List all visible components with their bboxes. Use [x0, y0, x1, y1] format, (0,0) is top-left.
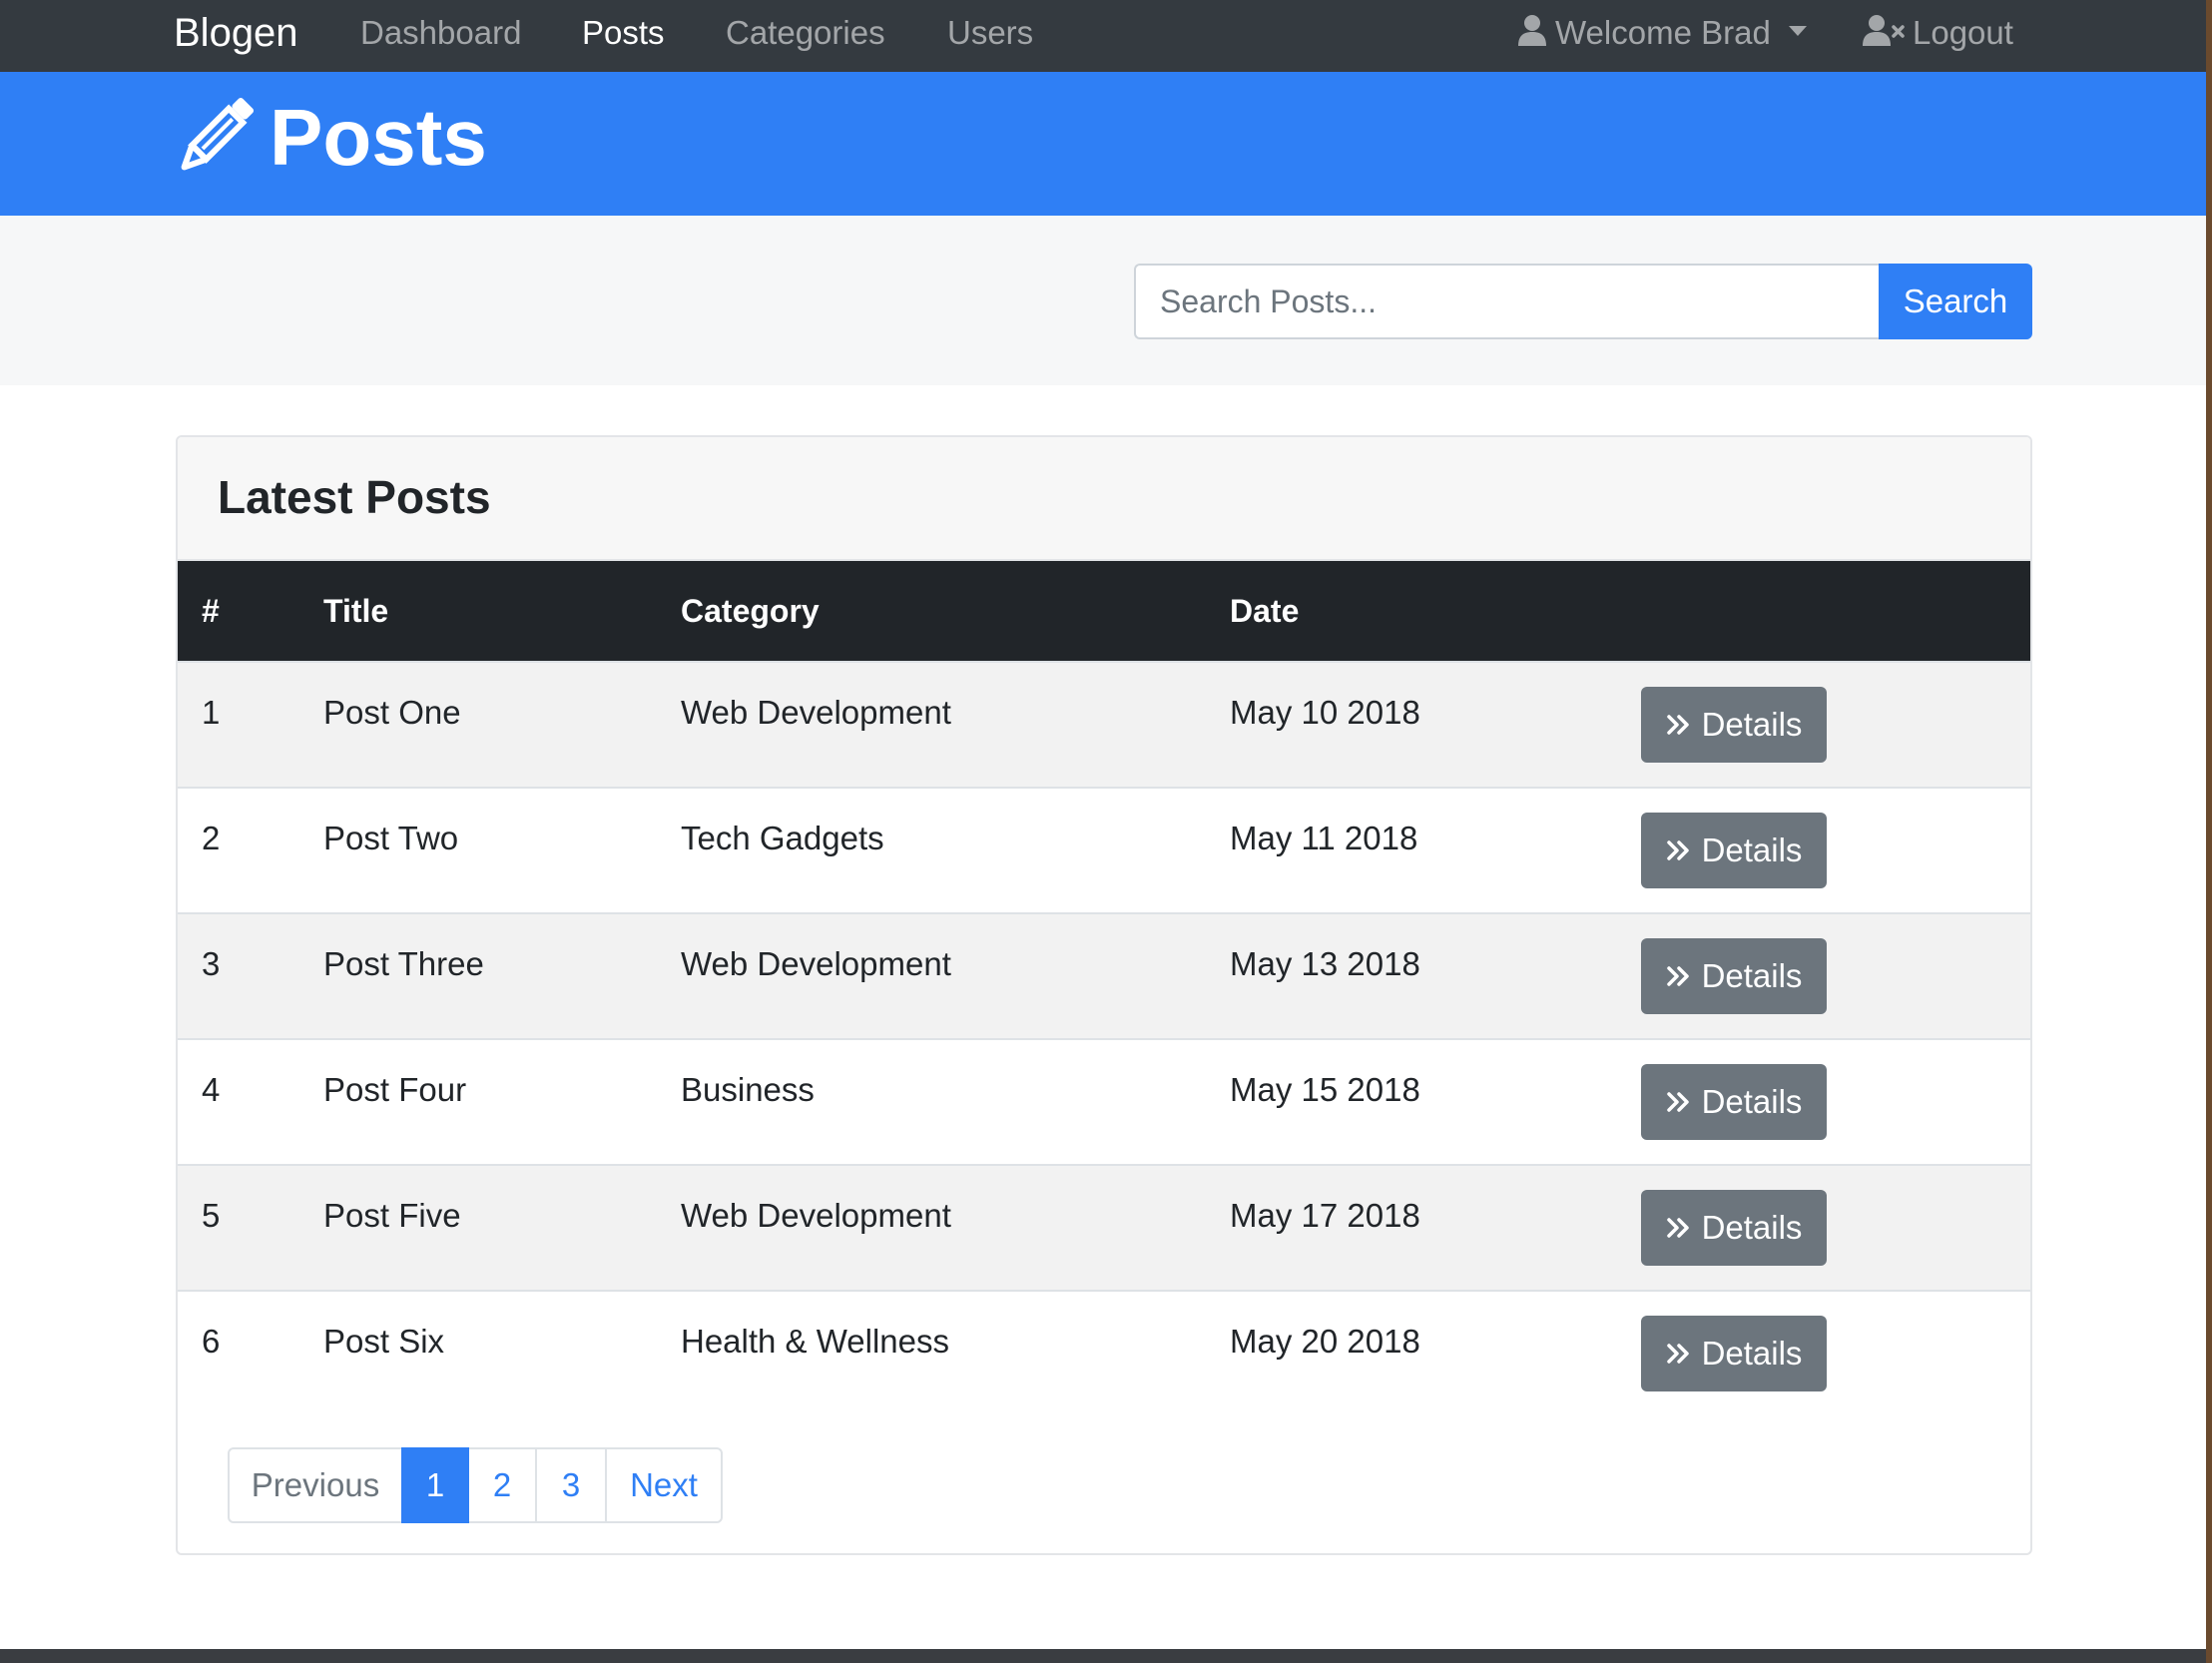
- card-title: Latest Posts: [218, 471, 491, 523]
- angle-double-right-icon: [1666, 1343, 1692, 1365]
- cell-category: Web Development: [681, 1197, 951, 1234]
- user-icon: [1517, 2, 1547, 68]
- cell-number: 4: [202, 1071, 221, 1108]
- pencil-icon: [174, 96, 256, 183]
- nav-link-categories[interactable]: Categories: [726, 0, 885, 72]
- cell-title: Post Five: [323, 1197, 461, 1234]
- column-header-category: Category: [681, 593, 820, 629]
- column-header-number: #: [202, 593, 220, 629]
- cell-title: Post One: [323, 694, 461, 731]
- user-menu-label: Welcome Brad: [1555, 14, 1771, 51]
- cell-category: Tech Gadgets: [681, 820, 884, 856]
- latest-posts-card: Latest Posts # Title Category Date 1 Pos…: [176, 435, 2032, 1555]
- nav-link-users[interactable]: Users: [947, 0, 1033, 72]
- cell-number: 5: [202, 1197, 221, 1234]
- cell-date: May 15 2018: [1230, 1071, 1420, 1108]
- table-row: 4 Post Four Business May 15 2018 Details: [178, 1038, 2030, 1164]
- top-navbar: Blogen Dashboard Posts Categories Users …: [0, 0, 2206, 72]
- details-button[interactable]: Details: [1641, 1190, 1827, 1266]
- details-button[interactable]: Details: [1641, 938, 1827, 1014]
- column-header-date: Date: [1230, 593, 1300, 629]
- chevron-down-icon: [1788, 26, 1807, 37]
- user-menu-dropdown[interactable]: Welcome Brad: [1517, 0, 1807, 72]
- brand-logo[interactable]: Blogen: [174, 0, 298, 72]
- table-row: 5 Post Five Web Development May 17 2018 …: [178, 1164, 2030, 1290]
- details-label: Details: [1701, 1083, 1803, 1120]
- cell-category: Business: [681, 1071, 815, 1108]
- angle-double-right-icon: [1666, 839, 1692, 861]
- pagination-next[interactable]: Next: [605, 1447, 723, 1523]
- table-header: # Title Category Date: [178, 561, 2030, 661]
- cell-title: Post Six: [323, 1323, 445, 1360]
- column-header-title: Title: [323, 593, 389, 629]
- angle-double-right-icon: [1666, 714, 1692, 736]
- cell-number: 6: [202, 1323, 221, 1360]
- search-button[interactable]: Search: [1879, 264, 2032, 339]
- details-label: Details: [1701, 832, 1803, 868]
- cell-number: 1: [202, 694, 221, 731]
- page-title: Posts: [270, 93, 487, 182]
- user-times-icon: [1863, 2, 1905, 68]
- cell-number: 3: [202, 945, 221, 982]
- cell-category: Web Development: [681, 694, 951, 731]
- pagination-previous[interactable]: Previous: [228, 1447, 403, 1523]
- cell-date: May 13 2018: [1230, 945, 1420, 982]
- window-edge: [2206, 0, 2212, 1663]
- cell-date: May 10 2018: [1230, 694, 1420, 731]
- details-label: Details: [1701, 957, 1803, 994]
- details-label: Details: [1701, 706, 1803, 743]
- cell-title: Post Two: [323, 820, 459, 856]
- cell-date: May 11 2018: [1230, 820, 1418, 856]
- cell-category: Health & Wellness: [681, 1323, 950, 1360]
- cell-date: May 17 2018: [1230, 1197, 1420, 1234]
- cell-date: May 20 2018: [1230, 1323, 1420, 1360]
- cell-title: Post Three: [323, 945, 484, 982]
- details-button[interactable]: Details: [1641, 1064, 1827, 1140]
- pagination-page-2[interactable]: 2: [467, 1447, 537, 1523]
- logout-label: Logout: [1913, 14, 2013, 51]
- search-input[interactable]: [1134, 264, 1881, 339]
- angle-double-right-icon: [1666, 1217, 1692, 1239]
- details-button[interactable]: Details: [1641, 687, 1827, 763]
- table-row: 2 Post Two Tech Gadgets May 11 2018 Deta…: [178, 787, 2030, 912]
- details-button[interactable]: Details: [1641, 813, 1827, 888]
- nav-link-dashboard[interactable]: Dashboard: [360, 0, 521, 72]
- angle-double-right-icon: [1666, 965, 1692, 987]
- cell-title: Post Four: [323, 1071, 467, 1108]
- details-label: Details: [1701, 1335, 1803, 1372]
- logout-link[interactable]: Logout: [1863, 0, 2013, 72]
- card-header: Latest Posts: [178, 437, 2030, 561]
- details-label: Details: [1701, 1209, 1803, 1246]
- details-button[interactable]: Details: [1641, 1316, 1827, 1391]
- table-row: 6 Post Six Health & Wellness May 20 2018…: [178, 1290, 2030, 1415]
- cell-category: Web Development: [681, 945, 951, 982]
- cell-number: 2: [202, 820, 221, 856]
- table-row: 1 Post One Web Development May 10 2018 D…: [178, 661, 2030, 787]
- table-row: 3 Post Three Web Development May 13 2018…: [178, 912, 2030, 1038]
- pagination: Previous 1 2 3 Next: [228, 1447, 723, 1523]
- pagination-page-3[interactable]: 3: [535, 1447, 607, 1523]
- nav-link-posts[interactable]: Posts: [582, 0, 665, 72]
- footer-edge: [0, 1649, 2206, 1663]
- pagination-page-1[interactable]: 1: [401, 1447, 469, 1523]
- angle-double-right-icon: [1666, 1091, 1692, 1113]
